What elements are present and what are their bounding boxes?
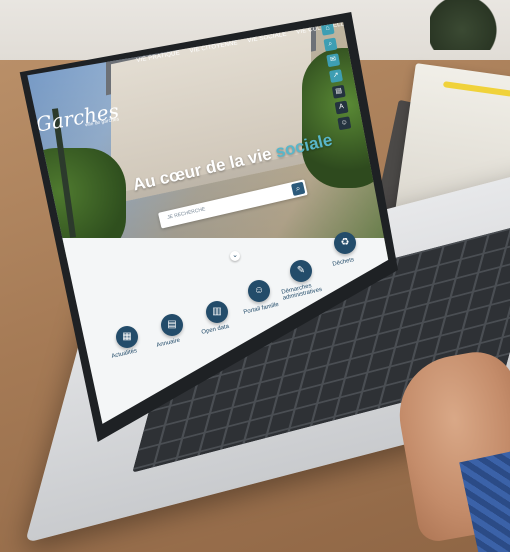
search-icon[interactable]: ⌕ — [290, 181, 306, 197]
document-icon: ✎ — [296, 265, 306, 276]
book-icon: ▤ — [167, 319, 177, 330]
photo-scene: Vie pratique Vie citoyenne Vie sociale V… — [0, 0, 510, 552]
search-placeholder: Je recherche — [166, 206, 206, 221]
search-icon[interactable]: ⌕ — [323, 37, 338, 52]
quick-access-demarches[interactable]: ✎ — [290, 260, 312, 282]
accessibility-icon[interactable]: ☺ — [337, 116, 352, 131]
font-icon[interactable]: A — [334, 100, 349, 115]
share-icon[interactable]: ↗ — [329, 69, 343, 83]
chevron-down-icon[interactable]: ⌄ — [230, 251, 240, 261]
contact-icon[interactable]: ✉ — [326, 53, 341, 68]
trash-icon: ♻ — [340, 237, 350, 248]
news-icon: ▦ — [122, 331, 132, 342]
quick-access-open-data[interactable]: ▥ — [206, 301, 228, 323]
quick-access-dechets[interactable]: ♻ — [334, 232, 356, 254]
quick-access-annuaire[interactable]: ▤ — [161, 314, 183, 336]
quick-access-actualites[interactable]: ▦ — [116, 326, 138, 348]
quick-access-portail-famille[interactable]: ☺ — [248, 280, 270, 302]
plant — [430, 0, 510, 50]
family-icon: ☺ — [253, 285, 265, 296]
chart-icon: ▥ — [212, 306, 222, 317]
print-icon[interactable]: ▤ — [331, 84, 346, 99]
